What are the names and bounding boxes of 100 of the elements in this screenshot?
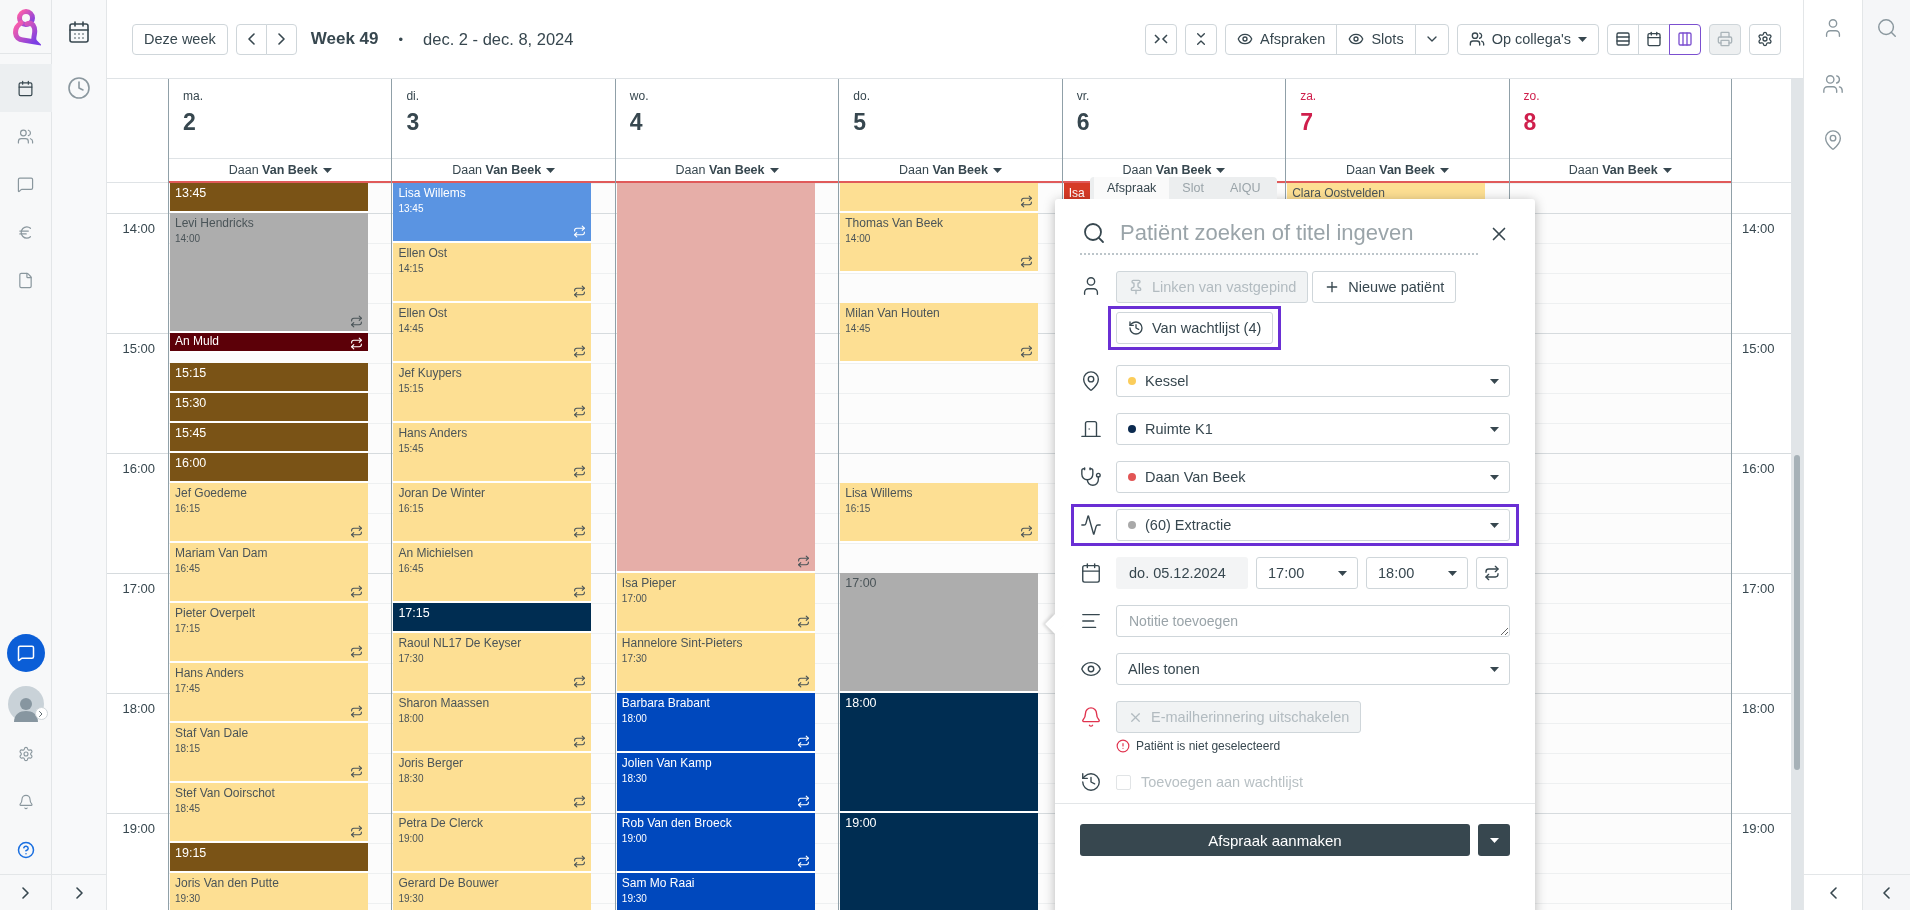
appointment-card[interactable]: Sam Mo Raai 19:30 bbox=[616, 873, 815, 910]
practitioner-dropdown[interactable]: Daan Van Beek bbox=[1343, 163, 1451, 177]
day-column[interactable]: Thomas Van Beek 14:00 Milan Van Houten 14:45 Lisa Willems 16:15 17:00 18:00 19:00 bbox=[838, 183, 1062, 910]
appointment-card[interactable]: Lisa Willems 16:15 bbox=[840, 483, 1039, 543]
appointment-card[interactable]: Mariam Van Dam 16:45 bbox=[170, 543, 368, 603]
patient-search-field[interactable]: Patiënt zoeken of titel ingeven bbox=[1080, 213, 1478, 255]
appointment-card[interactable]: Thomas Van Beek 14:00 bbox=[840, 213, 1039, 273]
repeat-icon bbox=[349, 525, 363, 538]
caret-icon bbox=[1490, 378, 1499, 384]
appointment-card[interactable]: Petra De Clerck 19:00 bbox=[393, 813, 592, 873]
settings-icon bbox=[17, 746, 34, 762]
weekday-label: do. bbox=[853, 89, 870, 103]
nav-item[interactable] bbox=[0, 64, 52, 112]
time-block[interactable]: 13:45 bbox=[170, 183, 368, 213]
collapse-vertical-button[interactable] bbox=[1185, 23, 1218, 55]
repeat-icon bbox=[349, 765, 363, 778]
appointment-card[interactable]: Staf Van Dale 18:15 bbox=[170, 723, 368, 783]
appointment-card[interactable]: Pieter Overpelt 17:15 bbox=[170, 603, 368, 663]
patient-name: Pieter Overpelt bbox=[175, 606, 256, 620]
waitlist-button[interactable]: Van wachtlijst (4) bbox=[1116, 312, 1274, 344]
repeat-icon bbox=[349, 825, 363, 838]
appointment-card[interactable]: Sharon Maassen 18:00 bbox=[393, 693, 592, 753]
appointment-card[interactable]: Joran De Winter 16:15 bbox=[393, 483, 592, 543]
repeat-button[interactable] bbox=[1476, 557, 1508, 589]
popup-tab[interactable]: Afspraak bbox=[1094, 177, 1170, 199]
day-number: 5 bbox=[853, 109, 867, 136]
note-field[interactable]: Notitie toevoegen bbox=[1116, 605, 1510, 637]
appointment-card[interactable]: Levi Hendricks 14:00 bbox=[170, 213, 368, 333]
practitioner-dropdown[interactable]: Daan Van Beek bbox=[226, 163, 334, 177]
appointment-card[interactable]: Hannelore Sint-Pieters 17:30 bbox=[616, 633, 815, 693]
appointment-card[interactable]: Stef Van Ooirschot 18:45 bbox=[170, 783, 368, 843]
time-block[interactable]: 19:00 bbox=[840, 813, 1039, 910]
chevron-right-icon bbox=[22, 886, 29, 899]
appointment-card[interactable]: Jef Goedeme 16:15 bbox=[170, 483, 368, 543]
next-week-button[interactable] bbox=[265, 23, 297, 55]
practitioner-select[interactable]: Daan Van Beek bbox=[1116, 461, 1510, 493]
location-select[interactable]: Kessel bbox=[1116, 365, 1510, 397]
end-time-select[interactable]: 18:00 bbox=[1366, 557, 1468, 589]
time-block[interactable]: 15:45 bbox=[170, 423, 368, 453]
time-block[interactable]: 15:15 bbox=[170, 363, 368, 393]
patient-name: An Michielsen bbox=[398, 546, 474, 560]
this-week-button[interactable]: Deze week bbox=[132, 23, 228, 55]
appointment-card[interactable]: Hans Anders 17:45 bbox=[170, 663, 368, 723]
visibility-toggle[interactable]: Afspraken bbox=[1225, 23, 1338, 55]
patient-name: Joris Berger bbox=[398, 756, 464, 770]
appointment-card[interactable]: An Muld bbox=[170, 333, 368, 353]
appointment-card[interactable]: Jef Kuypers 15:15 bbox=[393, 363, 592, 423]
day-column[interactable] bbox=[391, 183, 615, 910]
create-appointment-button[interactable]: Afspraak aanmaken bbox=[1080, 824, 1470, 856]
start-time-select[interactable]: 17:00 bbox=[1256, 557, 1358, 589]
more-dropdown-button[interactable] bbox=[1414, 23, 1449, 55]
time-block[interactable]: 18:00 bbox=[840, 693, 1039, 813]
caret-icon bbox=[1490, 426, 1499, 432]
appointment-card[interactable]: Ellen Ost 14:15 bbox=[393, 243, 592, 303]
colleagues-dropdown[interactable]: Op collega's bbox=[1456, 23, 1599, 55]
visibility-select[interactable]: Alles tonen bbox=[1116, 653, 1510, 685]
chevron-right-icon bbox=[39, 710, 43, 717]
patient-name: Petra De Clerck bbox=[398, 816, 484, 830]
patient-name: Lisa Willems bbox=[845, 486, 913, 500]
patient-name: Isa bbox=[1068, 186, 1085, 200]
time-block[interactable]: 16:00 bbox=[170, 453, 368, 483]
practitioner-dropdown[interactable]: Daan Van Beek bbox=[673, 163, 781, 177]
appointment-card[interactable]: Barbara Brabant 18:00 bbox=[616, 693, 815, 753]
time-block[interactable]: 15:30 bbox=[170, 393, 368, 423]
appointment-card[interactable]: An Michielsen 16:45 bbox=[393, 543, 592, 603]
practitioner-dropdown[interactable]: Daan Van Beek bbox=[897, 163, 1004, 177]
appointment-card[interactable]: Milan Van Houten 14:45 bbox=[840, 303, 1039, 363]
date-field[interactable]: do. 05.12.2024 bbox=[1116, 557, 1248, 589]
view-button[interactable] bbox=[1669, 23, 1701, 55]
previous-week-button[interactable] bbox=[235, 23, 267, 55]
appointment-card[interactable]: Jolien Van Kamp 18:30 bbox=[616, 753, 815, 813]
appointment-card[interactable]: Gerard De Bouwer 19:30 bbox=[393, 873, 592, 910]
day-column[interactable]: Isa Pieper 17:00 Hannelore Sint-Pieters 17:30 Barbara Brabant 18:00 Jolien Van Kamp 18:30 Rob Van den Broeck 19:00 Sam Mo Raai 19:30 bbox=[614, 183, 839, 910]
appointment-card[interactable]: Joris Van den Putte 19:30 bbox=[170, 873, 368, 910]
collapse-horizontal-button[interactable] bbox=[1145, 23, 1178, 55]
appointment-card[interactable]: Rob Van den Broeck 19:00 bbox=[616, 813, 815, 873]
appointment-time: 16:15 bbox=[845, 503, 871, 515]
appointment-card[interactable]: Ellen Ost 14:45 bbox=[393, 303, 592, 363]
caret-icon bbox=[1216, 167, 1226, 173]
time-block[interactable]: 19:15 bbox=[170, 843, 368, 873]
visibility-toggle[interactable]: Slots bbox=[1336, 23, 1416, 55]
day-column[interactable] bbox=[168, 183, 392, 910]
practitioner-dropdown[interactable]: Daan Van Beek bbox=[1120, 163, 1228, 177]
new-patient-button[interactable]: Nieuwe patiënt bbox=[1312, 271, 1457, 303]
scrollbar[interactable] bbox=[1791, 79, 1803, 910]
repeat-icon bbox=[796, 615, 810, 628]
time-block[interactable]: 17:00 bbox=[840, 573, 1039, 693]
submit-options-button[interactable] bbox=[1478, 824, 1510, 856]
time-block[interactable]: 17:15 bbox=[393, 603, 592, 633]
room-select[interactable]: Ruimte K1 bbox=[1116, 413, 1510, 445]
practitioner-dropdown[interactable]: Daan Van Beek bbox=[450, 163, 558, 177]
appointment-card[interactable]: Raoul NL17 De Keyser 17:30 bbox=[393, 633, 592, 693]
appointment-card[interactable]: Joris Berger 18:30 bbox=[393, 753, 592, 813]
appointment-card[interactable]: Isa Pieper 17:00 bbox=[616, 573, 815, 633]
treatment-select[interactable]: (60) Extractie bbox=[1116, 509, 1510, 541]
repeat-icon bbox=[573, 285, 587, 298]
practitioner-dropdown[interactable]: Daan Van Beek bbox=[1566, 163, 1674, 177]
chat-widget-button[interactable] bbox=[6, 634, 45, 672]
settings-button[interactable] bbox=[1749, 23, 1781, 55]
appointment-card[interactable]: Hans Anders 15:45 bbox=[393, 423, 592, 483]
